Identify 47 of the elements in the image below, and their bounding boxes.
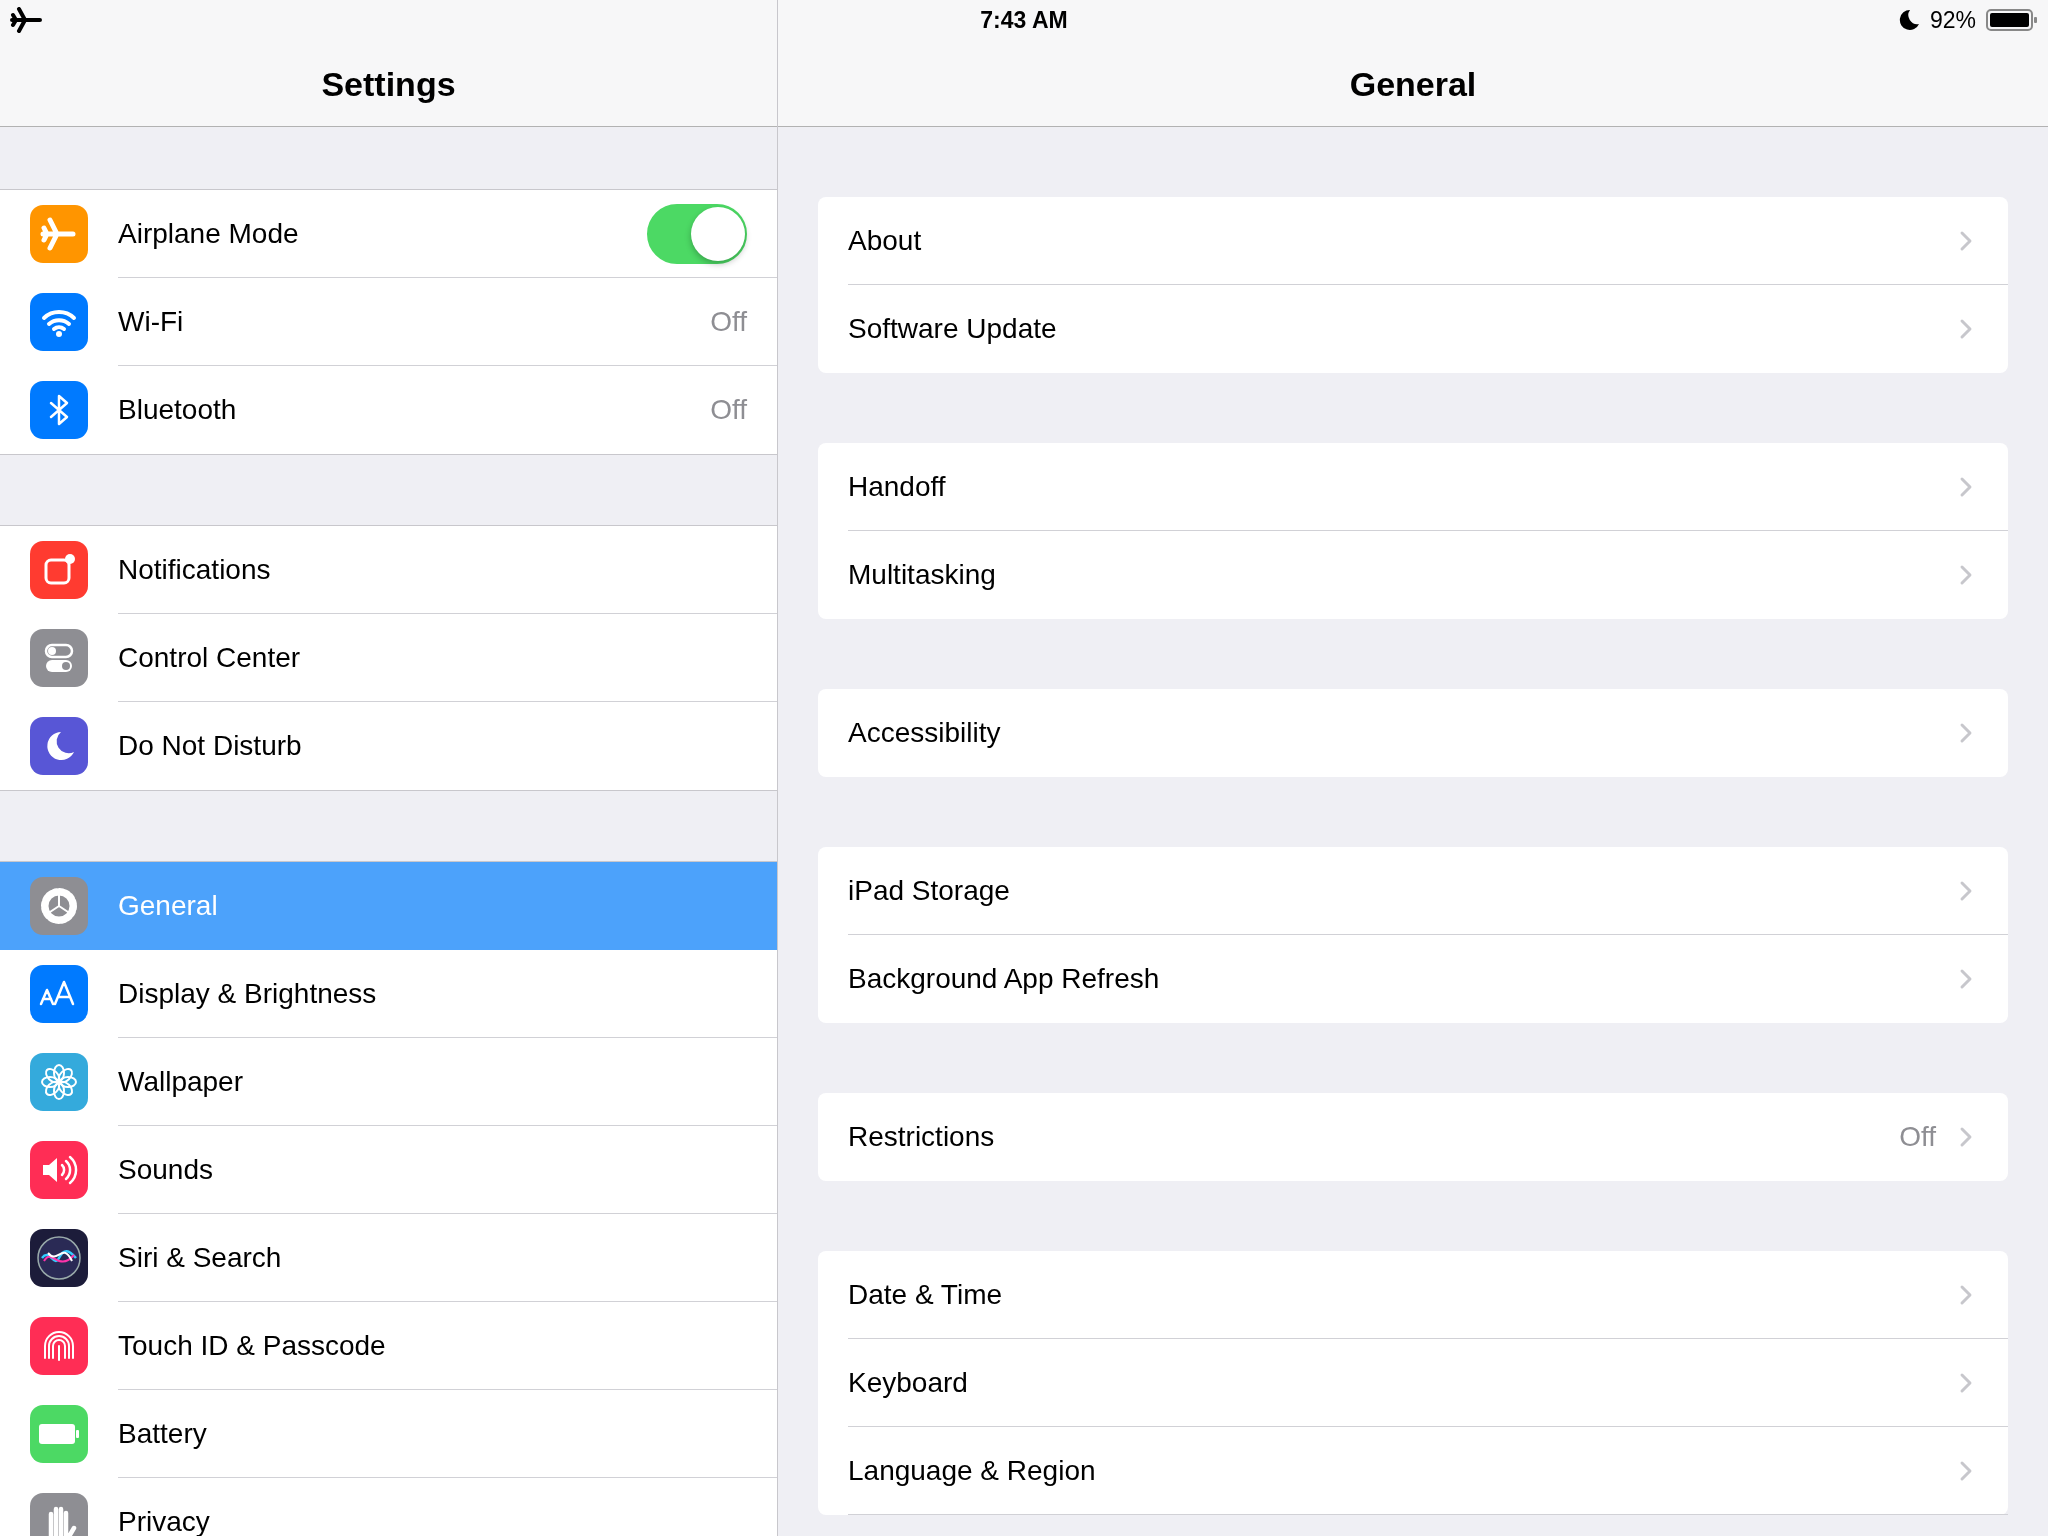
item-label: Bluetooth — [118, 394, 238, 426]
item-label: Privacy — [118, 1506, 211, 1536]
airplane-icon — [10, 7, 44, 33]
item-label: Do Not Disturb — [118, 730, 303, 762]
item-label: General — [118, 890, 219, 922]
settings-row[interactable]: Language & Region — [818, 1427, 2008, 1515]
settings-row[interactable]: Multitasking — [818, 531, 2008, 619]
item-label: Wi-Fi — [118, 305, 185, 338]
settings-row[interactable]: Accessibility — [818, 689, 2008, 777]
sidebar-title: Settings — [321, 65, 456, 104]
item-label: Airplane Mode — [118, 217, 300, 250]
item-label: Wallpaper — [118, 1065, 244, 1098]
moon-icon — [1897, 8, 1920, 32]
row-label: Background App Refresh — [848, 963, 1161, 995]
settings-row[interactable]: Software Update — [818, 285, 2008, 373]
row-label: Accessibility — [848, 717, 1002, 749]
item-label: Touch ID & Passcode — [118, 1329, 387, 1362]
item-label: Battery — [118, 1417, 208, 1450]
row-label: iPad Storage — [848, 874, 1011, 907]
status-time: 7:43 AM — [980, 6, 1068, 34]
row-label: Handoff — [848, 470, 947, 503]
settings-row[interactable]: Keyboard — [818, 1339, 2008, 1427]
battery-percent: 92% — [1929, 6, 1976, 34]
row-label: About — [848, 224, 923, 257]
settings-row[interactable]: iPad Storage — [818, 847, 2008, 935]
settings-row[interactable]: About — [818, 197, 2008, 285]
battery-icon — [1986, 8, 2038, 32]
item-value: Off — [710, 305, 747, 338]
toggle-switch[interactable] — [647, 203, 747, 264]
settings-row[interactable]: Date & Time — [818, 1251, 2008, 1339]
row-label: Language & Region — [848, 1454, 1097, 1487]
item-value: Off — [710, 394, 747, 426]
row-label: Multitasking — [848, 559, 997, 591]
row-label: Restrictions — [848, 1121, 996, 1153]
row-label: Date & Time — [848, 1278, 1004, 1311]
item-label: Notifications — [118, 553, 272, 586]
item-label: Display & Brightness — [118, 977, 378, 1010]
item-label: Sounds — [118, 1153, 214, 1186]
row-label: Software Update — [848, 313, 1058, 345]
detail-title: General — [1349, 65, 1477, 104]
item-label: Control Center — [118, 641, 302, 674]
row-label: Keyboard — [848, 1366, 969, 1399]
item-label: Siri & Search — [118, 1241, 283, 1274]
settings-row[interactable]: Background App Refresh — [818, 935, 2008, 1023]
row-value: Off — [1899, 1121, 1936, 1153]
settings-row[interactable]: Restrictions Off — [818, 1093, 2008, 1181]
settings-row[interactable]: Handoff — [818, 443, 2008, 531]
